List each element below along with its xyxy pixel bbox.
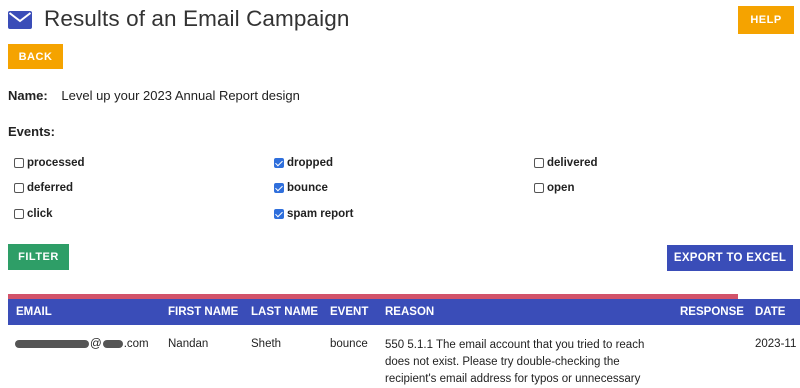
deferred-checkbox[interactable]: [14, 183, 24, 193]
table-header: EMAIL FIRST NAME LAST NAME EVENT REASON …: [8, 299, 800, 325]
dropped-checkbox[interactable]: [274, 158, 284, 168]
processed-checkbox[interactable]: [14, 158, 24, 168]
event-option-label: delivered: [547, 157, 598, 169]
results-table: EMAIL FIRST NAME LAST NAME EVENT REASON …: [8, 294, 800, 388]
campaign-name-value: Level up your 2023 Annual Report design: [61, 88, 300, 103]
column-header-email[interactable]: EMAIL: [16, 306, 52, 318]
redacted-text: [102, 339, 123, 348]
envelope-icon: [8, 11, 32, 29]
event-option-click[interactable]: click: [14, 208, 53, 220]
campaign-name-row: Name: Level up your 2023 Annual Report d…: [8, 88, 300, 103]
first-name-cell: Nandan: [168, 338, 209, 350]
email-cell: @ .com: [15, 338, 149, 350]
column-header-first-name[interactable]: FIRST NAME: [168, 306, 238, 318]
column-header-date[interactable]: DATE: [755, 306, 785, 318]
column-header-reason[interactable]: REASON: [385, 306, 434, 318]
event-option-label: dropped: [287, 157, 333, 169]
campaign-name-label: Name:: [8, 88, 48, 103]
event-option-dropped[interactable]: dropped: [274, 157, 333, 169]
event-option-label: spam report: [287, 208, 354, 220]
email-at-sign: @: [90, 338, 102, 350]
date-cell: 2023-11: [755, 338, 797, 350]
event-option-label: open: [547, 182, 575, 194]
events-label: Events:: [8, 124, 55, 139]
event-option-processed[interactable]: processed: [14, 157, 85, 169]
export-to-excel-button[interactable]: EXPORT TO EXCEL: [667, 245, 793, 271]
event-option-delivered[interactable]: delivered: [534, 157, 598, 169]
event-option-deferred[interactable]: deferred: [14, 182, 73, 194]
event-cell: bounce: [330, 338, 368, 350]
event-option-open[interactable]: open: [534, 182, 574, 194]
column-header-last-name[interactable]: LAST NAME: [251, 306, 318, 318]
last-name-cell: Sheth: [251, 338, 282, 350]
help-button[interactable]: HELP: [738, 6, 794, 34]
bounce-checkbox[interactable]: [274, 183, 284, 193]
event-option-spam-report[interactable]: spam report: [274, 208, 353, 220]
event-option-label: deferred: [27, 182, 74, 194]
event-option-label: bounce: [287, 182, 328, 194]
column-header-response[interactable]: RESPONSE: [680, 306, 744, 318]
reason-cell: 550 5.1.1 The email account that you tri…: [385, 339, 645, 385]
click-checkbox[interactable]: [14, 209, 24, 219]
filter-button[interactable]: FILTER: [8, 244, 69, 270]
page-header: Results of an Email Campaign HELP: [0, 0, 800, 42]
event-option-label: processed: [27, 157, 85, 169]
delivered-checkbox[interactable]: [534, 158, 544, 168]
back-button[interactable]: BACK: [8, 44, 63, 69]
open-checkbox[interactable]: [534, 183, 544, 193]
event-option-label: click: [27, 208, 53, 220]
column-header-event[interactable]: EVENT: [330, 306, 368, 318]
spam-report-checkbox[interactable]: [274, 209, 284, 219]
event-option-bounce[interactable]: bounce: [274, 182, 328, 194]
email-domain-end: .com: [123, 338, 149, 350]
redacted-text: [15, 339, 89, 348]
page-title: Results of an Email Campaign: [44, 6, 350, 31]
